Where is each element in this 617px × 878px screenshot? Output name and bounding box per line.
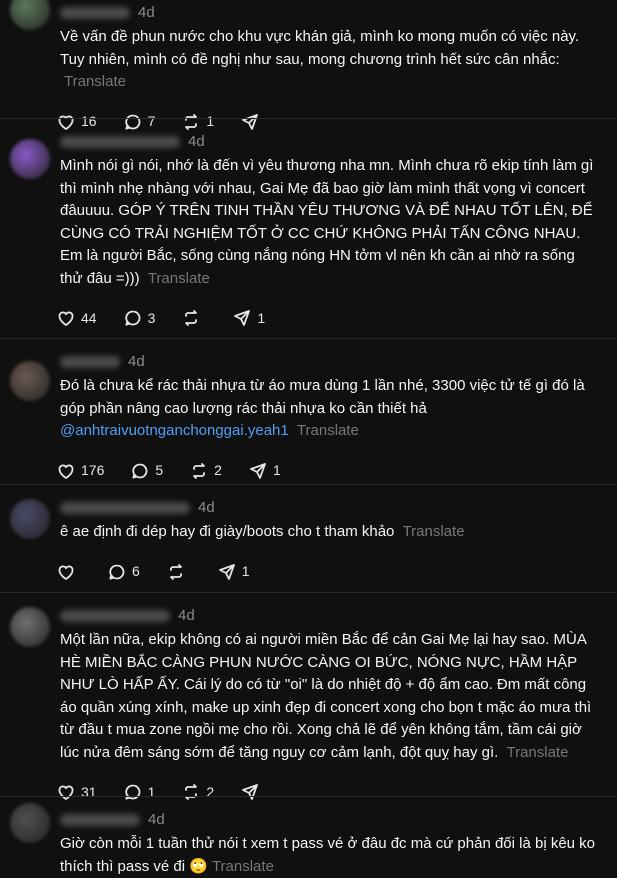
repost-icon bbox=[193, 462, 206, 479]
comment-post: 4d Đó là chưa kể rác thải nhựa từ áo mưa … bbox=[0, 338, 617, 484]
post-text-segment: ê ae định đi dép hay đi giày/boots cho t… bbox=[60, 523, 399, 540]
post-text: Về vấn đề phun nước cho khu vực khán giả… bbox=[60, 26, 601, 94]
likes-count: 44 bbox=[81, 309, 97, 326]
post-header: 4d bbox=[60, 131, 601, 153]
translate-link[interactable]: Translate bbox=[212, 858, 274, 875]
post-text: ê ae định đi dép hay đi giày/boots cho t… bbox=[60, 521, 601, 544]
like-button[interactable]: 44 bbox=[56, 307, 97, 330]
repost-icon bbox=[169, 563, 182, 580]
post-header: 4d bbox=[60, 605, 601, 627]
shares-count: 1 bbox=[241, 563, 250, 580]
translate-link[interactable]: Translate bbox=[403, 523, 465, 540]
reply-button[interactable]: 3 bbox=[123, 307, 156, 330]
timestamp: 4d bbox=[148, 810, 165, 828]
shares-count: 1 bbox=[272, 462, 281, 479]
post-text-segment bbox=[289, 422, 293, 439]
like-button[interactable]: 176 bbox=[56, 459, 104, 482]
repost-button[interactable] bbox=[181, 308, 206, 328]
username-blurred[interactable] bbox=[60, 610, 170, 622]
username-blurred[interactable] bbox=[60, 7, 130, 19]
timestamp: 4d bbox=[198, 498, 215, 516]
post-text-segment: Đó là chưa kể rác thải nhựa từ áo mưa dù… bbox=[60, 377, 585, 417]
action-bar: 44 3 1 bbox=[56, 298, 601, 338]
shares-count: 1 bbox=[257, 309, 266, 326]
post-text: Đó là chưa kể rác thải nhựa từ áo mưa dù… bbox=[60, 375, 601, 443]
username-blurred[interactable] bbox=[60, 136, 180, 148]
share-button[interactable]: 1 bbox=[232, 307, 265, 330]
reply-button[interactable]: 5 bbox=[130, 459, 163, 482]
avatar[interactable] bbox=[10, 139, 50, 179]
username-blurred[interactable] bbox=[60, 356, 120, 368]
post-header: 4d bbox=[60, 2, 601, 24]
timestamp: 4d bbox=[128, 352, 145, 370]
replies-count: 5 bbox=[155, 462, 164, 479]
avatar[interactable] bbox=[10, 361, 50, 401]
comment-post: 4d Mình nói gì nói, nhớ là đến vì yêu thư… bbox=[0, 118, 617, 338]
translate-link[interactable]: Translate bbox=[506, 744, 568, 761]
translate-link[interactable]: Translate bbox=[148, 270, 210, 287]
avatar[interactable] bbox=[10, 607, 50, 647]
action-bar: 61 bbox=[56, 552, 601, 592]
reply-button[interactable]: 6 bbox=[107, 560, 140, 583]
comment-post: 4d Một lần nữa, ekip không có ai người mi… bbox=[0, 592, 617, 800]
comment-icon bbox=[132, 463, 148, 479]
comment-post: 4d ê ae định đi dép hay đi giày/boots cho… bbox=[0, 484, 617, 592]
username-blurred[interactable] bbox=[60, 814, 140, 826]
repost-icon bbox=[185, 310, 198, 326]
post-text-segment: Về vấn đề phun nước cho khu vực khán giả… bbox=[60, 28, 580, 68]
timestamp: 4d bbox=[178, 606, 195, 624]
comment-post: 4d Về vấn đề phun nước cho khu vực khán g… bbox=[0, 0, 617, 130]
replies-count: 6 bbox=[132, 563, 140, 580]
heart-icon bbox=[58, 311, 74, 326]
avatar[interactable] bbox=[10, 499, 50, 539]
likes-count: 176 bbox=[81, 462, 105, 479]
share-button[interactable]: 1 bbox=[217, 560, 250, 583]
reposts-count: 2 bbox=[214, 462, 222, 479]
avatar[interactable] bbox=[10, 803, 50, 843]
comment-feed: 4d Về vấn đề phun nước cho khu vực khán g… bbox=[0, 0, 617, 876]
post-text: Giờ còn mỗi 1 tuần thử nói t xem t pass … bbox=[60, 833, 601, 878]
translate-link[interactable]: Translate bbox=[64, 73, 126, 90]
replies-count: 3 bbox=[147, 309, 156, 326]
comment-icon bbox=[124, 310, 140, 326]
post-text-segment: Một lần nữa, ekip không có ai người miền… bbox=[60, 631, 592, 761]
post-text: Một lần nữa, ekip không có ai người miền… bbox=[60, 629, 601, 764]
post-header: 4d bbox=[60, 351, 601, 373]
timestamp: 4d bbox=[188, 132, 205, 150]
eye-roll-emoji: 🙄 bbox=[189, 857, 208, 875]
timestamp: 4d bbox=[138, 3, 155, 21]
share-button[interactable]: 1 bbox=[248, 459, 281, 482]
heart-icon bbox=[58, 565, 74, 580]
avatar[interactable] bbox=[10, 0, 50, 30]
username-blurred[interactable] bbox=[60, 502, 190, 514]
post-header: 4d bbox=[60, 497, 601, 519]
send-icon bbox=[234, 310, 251, 326]
post-header: 4d bbox=[60, 809, 601, 831]
send-icon bbox=[250, 462, 266, 479]
repost-button[interactable] bbox=[166, 562, 191, 582]
post-text: Mình nói gì nói, nhớ là đến vì yêu thươn… bbox=[60, 155, 601, 290]
send-icon bbox=[218, 563, 235, 580]
post-text-segment: Mình nói gì nói, nhớ là đến vì yêu thươn… bbox=[60, 157, 594, 287]
like-button[interactable] bbox=[56, 562, 81, 582]
comment-post: 4d Giờ còn mỗi 1 tuần thử nói t xem t pas… bbox=[0, 796, 617, 876]
heart-icon bbox=[58, 464, 74, 479]
repost-button[interactable]: 2 bbox=[189, 459, 222, 482]
comment-icon bbox=[109, 564, 125, 580]
post-text-segment: Giờ còn mỗi 1 tuần thử nói t xem t pass … bbox=[60, 835, 596, 875]
mention-link[interactable]: @anhtraivuotnganchonggai.yeah1 bbox=[60, 422, 289, 439]
translate-link[interactable]: Translate bbox=[297, 422, 359, 439]
